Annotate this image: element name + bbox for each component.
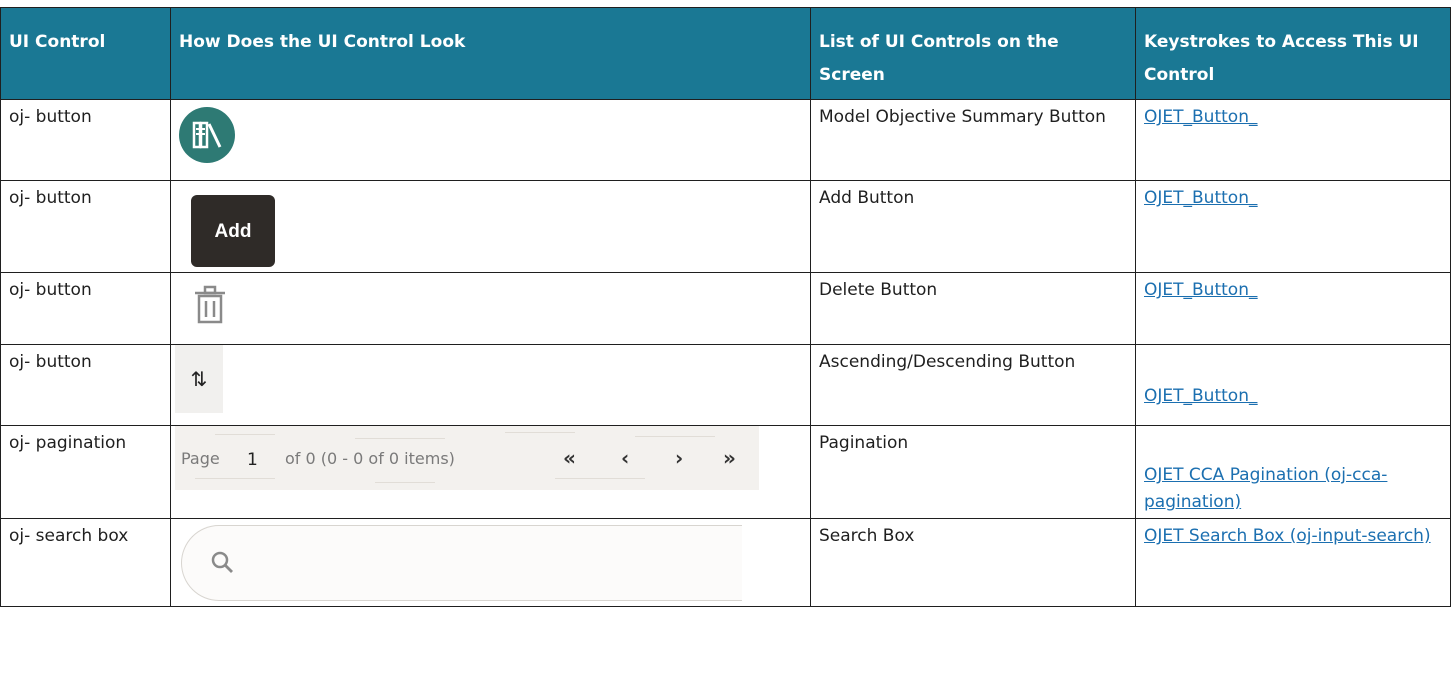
pagination-summary: of 0 (0 - 0 of 0 items): [285, 449, 455, 468]
ojet-button-link[interactable]: OJET_Button_: [1144, 188, 1257, 208]
list-item-label: Ascending/Descending Button: [810, 344, 1136, 426]
ojet-button-link[interactable]: OJET_Button_: [1144, 280, 1257, 300]
pagination-page-input[interactable]: 1: [247, 447, 258, 474]
look-cell: [170, 272, 811, 345]
look-cell: [170, 99, 811, 181]
ojet-button-link[interactable]: OJET_Button_: [1144, 107, 1257, 127]
header-ui-control: UI Control: [0, 7, 171, 100]
table-row: oj- button Delete Button OJET_Button_: [0, 272, 1451, 345]
control-name: oj- button: [0, 180, 171, 273]
search-input[interactable]: [181, 525, 742, 601]
list-item-label: Pagination: [810, 425, 1136, 519]
table-row: oj- button ⇅ Ascending/Descending Button…: [0, 344, 1451, 426]
list-item-label: Model Objective Summary Button: [810, 99, 1136, 181]
table-row: oj- search box Search Box OJET Search Bo…: [0, 518, 1451, 607]
pagination-next-icon[interactable]: ›: [675, 445, 683, 472]
table-row: oj- pagination Page 1 of 0 (0 - 0 of 0 i…: [0, 425, 1451, 519]
trash-icon[interactable]: [191, 285, 229, 325]
search-icon: [211, 551, 233, 573]
control-name: oj- button: [0, 99, 171, 181]
header-list: List of UI Controls on the Screen: [810, 7, 1136, 100]
sort-icon[interactable]: ⇅: [175, 345, 223, 413]
table-row: oj- button Add Add Button OJET_Button_: [0, 180, 1451, 273]
control-name: oj- button: [0, 344, 171, 426]
ojet-pagination-link[interactable]: OJET CCA Pagination (oj-cca-pagination): [1144, 465, 1387, 512]
pagination-first-icon[interactable]: «: [563, 445, 576, 472]
ojet-button-link[interactable]: OJET_Button_: [1144, 386, 1257, 406]
look-cell: Add: [170, 180, 811, 273]
control-name: oj- search box: [0, 518, 171, 607]
list-item-label: Delete Button: [810, 272, 1136, 345]
look-cell: Page 1 of 0 (0 - 0 of 0 items) « ‹ › »: [170, 425, 811, 519]
list-item-label: Add Button: [810, 180, 1136, 273]
pagination-page-label: Page: [181, 449, 220, 468]
ojet-search-box-link[interactable]: OJET Search Box (oj-input-search): [1144, 526, 1431, 546]
control-name: oj- button: [0, 272, 171, 345]
pagination-last-icon[interactable]: »: [723, 445, 736, 472]
table-row: oj- button Model Objective Summary Butto…: [0, 99, 1451, 181]
list-item-label: Search Box: [810, 518, 1136, 607]
add-button[interactable]: Add: [191, 195, 275, 267]
header-look: How Does the UI Control Look: [170, 7, 811, 100]
model-objective-summary-icon[interactable]: [179, 107, 235, 163]
page: UI Control How Does the UI Control Look …: [0, 0, 1452, 687]
look-cell: ⇅: [170, 344, 811, 426]
header-row: UI Control How Does the UI Control Look …: [0, 7, 1451, 100]
header-keystrokes: Keystrokes to Access This UI Control: [1135, 7, 1451, 100]
control-name: oj- pagination: [0, 425, 171, 519]
ui-controls-table: UI Control How Does the UI Control Look …: [0, 7, 1451, 607]
pagination-control: Page 1 of 0 (0 - 0 of 0 items) « ‹ › »: [175, 426, 759, 490]
look-cell: [170, 518, 811, 607]
pagination-prev-icon[interactable]: ‹: [621, 445, 629, 472]
